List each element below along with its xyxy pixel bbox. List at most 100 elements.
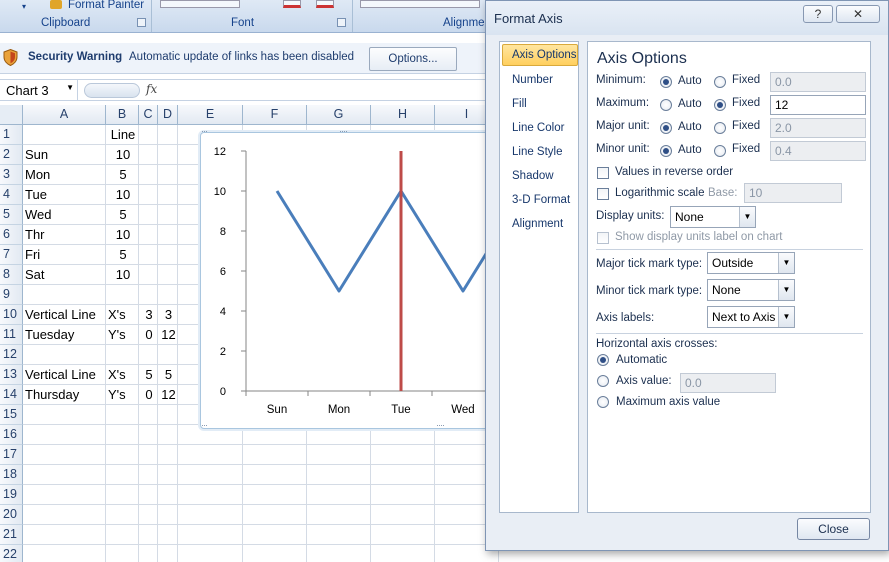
nav-fill[interactable]: Fill [512,98,527,110]
cell-b4[interactable]: 10 [108,185,138,205]
row-header-22[interactable]: 22 [0,545,23,562]
cell-a4[interactable]: Tue [25,185,105,205]
cell-b7[interactable]: 5 [108,245,138,265]
resize-handle[interactable]: ···· [436,421,446,430]
minor-unit-fixed-radio[interactable] [714,145,726,157]
font-controls[interactable] [160,0,240,8]
clipboard-launcher-icon[interactable] [137,18,146,27]
nav-shadow[interactable]: Shadow [512,170,554,182]
maximum-value-field[interactable]: 12 [770,95,866,115]
cross-automatic-radio[interactable] [597,354,609,366]
close-button[interactable]: Close [797,518,870,540]
row-header-15[interactable]: 15 [0,405,23,425]
font-launcher-icon[interactable] [337,18,346,27]
row-header-8[interactable]: 8 [0,265,23,285]
row-header-7[interactable]: 7 [0,245,23,265]
dialog-titlebar[interactable]: Format Axis ? ✕ [486,1,888,35]
row-header-9[interactable]: 9 [0,285,23,305]
dialog-close-icon[interactable]: ✕ [836,5,880,23]
row-header-6[interactable]: 6 [0,225,23,245]
cross-axis-value-field[interactable]: 0.0 [680,373,776,393]
row-header-4[interactable]: 4 [0,185,23,205]
cell-a3[interactable]: Mon [25,165,105,185]
minor-tick-select[interactable]: None ▼ [707,279,795,301]
cell-b3[interactable]: 5 [108,165,138,185]
cell-d11[interactable]: 12 [160,325,177,345]
cell-b5[interactable]: 5 [108,205,138,225]
nav-line-style[interactable]: Line Style [512,146,563,158]
row-header-20[interactable]: 20 [0,505,23,525]
help-button[interactable]: ? [803,5,833,23]
major-unit-value-field[interactable]: 2.0 [770,118,866,138]
row-header-11[interactable]: 11 [0,325,23,345]
cell-d14[interactable]: 12 [160,385,177,405]
row-header-21[interactable]: 21 [0,525,23,545]
column-header-d[interactable]: D [158,105,178,125]
reverse-order-checkbox[interactable] [597,167,609,179]
major-unit-auto-radio[interactable] [660,122,672,134]
row-header-12[interactable]: 12 [0,345,23,365]
resize-handle[interactable]: ··· [201,421,211,430]
maximum-auto-radio[interactable] [660,99,672,111]
cell-a2[interactable]: Sun [25,145,105,165]
nav-number[interactable]: Number [512,74,553,86]
column-header-b[interactable]: B [106,105,139,125]
cell-c10[interactable]: 3 [141,305,157,325]
column-header-a[interactable]: A [23,105,106,125]
cross-max-radio[interactable] [597,396,609,408]
cell-a13[interactable]: Vertical Line [25,365,105,385]
resize-handle[interactable]: ··· [201,127,211,136]
row-header-1[interactable]: 1 [0,125,23,145]
chevron-down-icon[interactable]: ▼ [739,207,755,227]
minor-unit-auto-radio[interactable] [660,145,672,157]
display-units-select[interactable]: None ▼ [670,206,756,228]
cross-axis-value-radio[interactable] [597,375,609,387]
cell-b1[interactable]: Line [108,125,138,145]
cell-b6[interactable]: 10 [108,225,138,245]
cell-a7[interactable]: Fri [25,245,105,265]
cell-b14[interactable]: Y's [108,385,138,405]
line-chart[interactable]: 0 2 4 6 8 10 12 Sun Mon Tue Wed [201,133,491,430]
major-unit-fixed-radio[interactable] [714,122,726,134]
dropdown-arrow-icon[interactable]: ▾ [22,2,26,11]
row-header-19[interactable]: 19 [0,485,23,505]
chevron-down-icon[interactable]: ▼ [778,280,794,300]
row-header-17[interactable]: 17 [0,445,23,465]
minimum-auto-radio[interactable] [660,76,672,88]
cell-b2[interactable]: 10 [108,145,138,165]
cell-b13[interactable]: X's [108,365,138,385]
chart-area[interactable]: 0 2 4 6 8 10 12 Sun Mon Tue Wed ··· ···· ··· ···· [200,127,491,430]
format-painter-icon[interactable] [50,0,62,9]
nav-alignment[interactable]: Alignment [512,218,563,230]
cell-c13[interactable]: 5 [141,365,157,385]
format-painter-button[interactable]: Format Painter [68,0,144,11]
cell-b10[interactable]: X's [108,305,138,325]
nav-3d-format[interactable]: 3-D Format [512,194,570,206]
row-header-10[interactable]: 10 [0,305,23,325]
row-header-14[interactable]: 14 [0,385,23,405]
axis-labels-select[interactable]: Next to Axis ▼ [707,306,795,328]
row-header-16[interactable]: 16 [0,425,23,445]
fill-color-button[interactable] [283,0,301,8]
major-tick-select[interactable]: Outside ▼ [707,252,795,274]
nav-axis-options[interactable]: Axis Options [502,44,578,66]
column-header-f[interactable]: F [243,105,307,125]
cell-d13[interactable]: 5 [160,365,177,385]
cell-a14[interactable]: Thursday [25,385,105,405]
cell-b8[interactable]: 10 [108,265,138,285]
maximum-fixed-radio[interactable] [714,99,726,111]
insert-function-icon[interactable]: fx [146,82,157,96]
alignment-controls[interactable] [360,0,480,8]
row-header-5[interactable]: 5 [0,205,23,225]
cell-a8[interactable]: Sat [25,265,105,285]
row-header-2[interactable]: 2 [0,145,23,165]
formula-resize-handle[interactable] [84,83,140,98]
select-all-corner[interactable] [0,105,23,125]
resize-handle[interactable]: ···· [339,127,349,136]
column-header-h[interactable]: H [371,105,435,125]
cell-c11[interactable]: 0 [141,325,157,345]
log-scale-checkbox[interactable] [597,188,609,200]
row-header-13[interactable]: 13 [0,365,23,385]
chevron-down-icon[interactable]: ▼ [66,83,74,92]
minimum-value-field[interactable]: 0.0 [770,72,866,92]
